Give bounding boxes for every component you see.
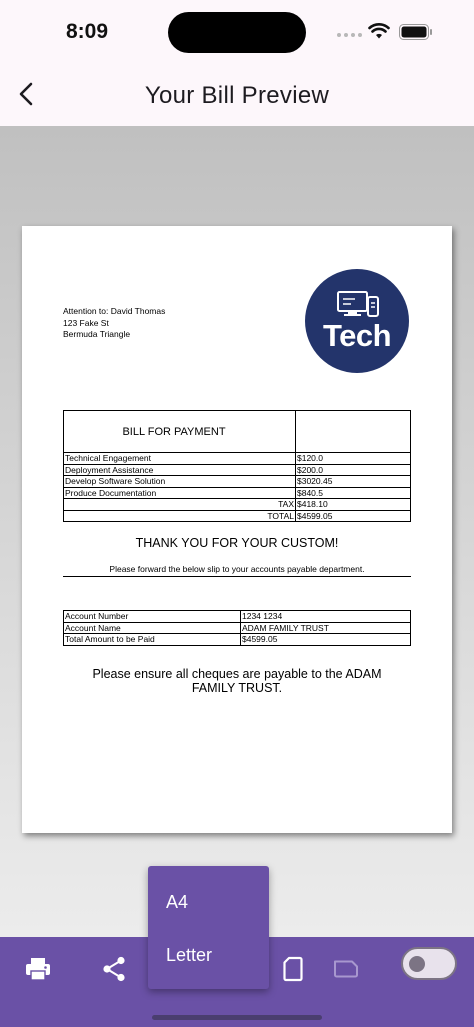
menu-item-letter[interactable]: Letter — [148, 929, 269, 981]
account-table: Account Number 1234 1234 Account Name AD… — [63, 610, 411, 646]
account-value: $4599.05 — [240, 633, 411, 646]
bill-table: BILL FOR PAYMENT Technical Engagement $1… — [63, 410, 411, 522]
devices-icon — [337, 291, 379, 317]
print-icon — [26, 958, 50, 981]
share-icon — [103, 956, 125, 982]
attention-address: Attention to: David Thomas 123 Fake St B… — [63, 306, 165, 341]
thank-you-text: THANK YOU FOR YOUR CUSTOM! — [135, 536, 339, 550]
item-label: Develop Software Solution — [63, 475, 296, 488]
tax-amount: $418.10 — [295, 498, 411, 511]
table-row: Deployment Assistance $200.0 — [63, 463, 411, 476]
table-row: Account Number 1234 1234 — [63, 610, 411, 623]
table-row: Total Amount to be Paid $4599.05 — [63, 633, 411, 646]
home-indicator — [152, 1015, 322, 1020]
cheque-note-line: FAMILY TRUST. — [191, 681, 283, 695]
address-line: 123 Fake St — [63, 317, 109, 328]
toggle-knob — [409, 956, 425, 972]
item-amount: $840.5 — [295, 486, 411, 499]
dynamic-island — [168, 12, 306, 53]
status-bar: 8:09 — [0, 0, 474, 64]
bill-heading-blank — [295, 410, 411, 453]
cheque-note: Please ensure all cheques are payable to… — [63, 667, 411, 695]
account-key: Account Name — [63, 621, 241, 634]
item-amount: $200.0 — [295, 463, 411, 476]
attention-line: Attention to: David Thomas — [63, 306, 166, 316]
forward-note: Please forward the below slip to your ac… — [63, 564, 411, 577]
item-label: Deployment Assistance — [63, 463, 296, 476]
item-label: Technical Engagement — [63, 452, 296, 465]
table-row: Account Name ADAM FAMILY TRUST — [63, 621, 411, 634]
account-key: Account Number — [63, 610, 241, 623]
share-button[interactable] — [96, 951, 132, 987]
wifi-icon — [368, 23, 390, 39]
item-label: Produce Documentation — [63, 486, 296, 499]
account-value: ADAM FAMILY TRUST — [240, 621, 411, 634]
page-title: Your Bill Preview — [144, 82, 330, 109]
logo-text: Tech — [322, 318, 392, 353]
item-amount: $120.0 — [295, 452, 411, 465]
bill-page: Attention to: David Thomas 123 Fake St B… — [22, 226, 452, 833]
menu-item-a4[interactable]: A4 — [148, 876, 269, 928]
account-key: Total Amount to be Paid — [63, 633, 241, 646]
table-row: Produce Documentation $840.5 — [63, 486, 411, 499]
bill-heading: BILL FOR PAYMENT — [63, 410, 296, 453]
tax-label: TAX — [63, 498, 296, 511]
company-logo: Tech — [305, 269, 409, 373]
table-row: Develop Software Solution $3020.45 — [63, 475, 411, 488]
portrait-page-icon — [283, 956, 303, 982]
landscape-page-icon — [334, 960, 358, 978]
portrait-orientation-button[interactable] — [275, 951, 311, 987]
total-row: TOTAL $4599.05 — [63, 509, 411, 522]
total-label: TOTAL — [63, 509, 296, 522]
status-time: 8:09 — [66, 20, 109, 43]
battery-icon — [399, 24, 432, 40]
toolbar-toggle[interactable] — [401, 947, 457, 980]
account-value: 1234 1234 — [240, 610, 411, 623]
item-amount: $3020.45 — [295, 475, 411, 488]
cheque-note-line: Please ensure all cheques are payable to… — [92, 667, 382, 681]
tax-row: TAX $418.10 — [63, 498, 411, 511]
app-bar: Your Bill Preview — [0, 64, 474, 126]
landscape-orientation-button[interactable] — [328, 951, 364, 987]
address-line: Bermuda Triangle — [63, 329, 131, 339]
paper-size-menu: A4 Letter — [148, 866, 269, 989]
signal-dots-icon — [337, 33, 362, 37]
pdf-preview-area[interactable]: Attention to: David Thomas 123 Fake St B… — [0, 126, 474, 937]
print-button[interactable] — [20, 951, 56, 987]
total-amount: $4599.05 — [295, 509, 411, 522]
table-row: Technical Engagement $120.0 — [63, 452, 411, 465]
